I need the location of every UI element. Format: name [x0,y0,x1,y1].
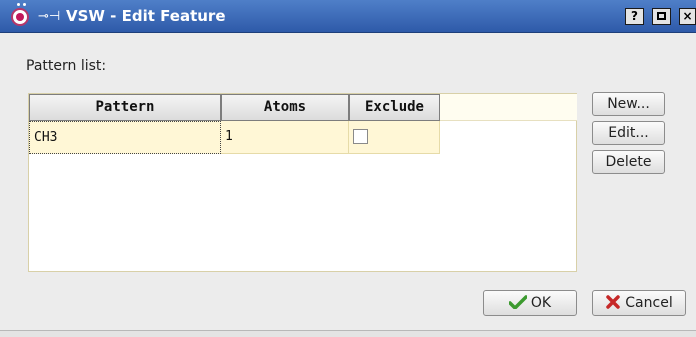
pattern-table[interactable]: Pattern Atoms Exclude CH3 1 [28,93,577,272]
column-header-exclude[interactable]: Exclude [349,94,440,121]
edit-button[interactable]: Edit... [592,121,665,145]
cancel-x-icon [605,294,621,310]
column-header-atoms[interactable]: Atoms [221,94,349,121]
close-button[interactable]: × [679,8,696,25]
exclude-checkbox[interactable] [353,129,368,144]
maximize-button[interactable] [652,8,671,25]
cancel-label: Cancel [625,295,673,311]
ok-button[interactable]: OK [483,290,577,316]
pattern-list-label: Pattern list: [26,58,107,74]
app-icon[interactable] [11,3,29,26]
help-button[interactable]: ? [625,8,644,25]
column-header-pattern[interactable]: Pattern [29,94,221,121]
cell-exclude[interactable] [349,121,440,154]
cancel-button[interactable]: Cancel [592,290,686,316]
cell-pattern[interactable]: CH3 [29,121,221,154]
window-title: VSW - Edit Feature [66,7,226,25]
header-filler [440,94,577,121]
delete-button[interactable]: Delete [592,150,665,174]
title-bar[interactable]: ⊸⊣ VSW - Edit Feature ? × [0,0,696,33]
cell-atoms[interactable]: 1 [221,121,349,154]
pin-icon[interactable]: ⊸⊣ [38,9,60,24]
checkmark-icon [508,293,528,310]
ok-label: OK [530,295,552,311]
new-button[interactable]: New... [592,92,665,116]
